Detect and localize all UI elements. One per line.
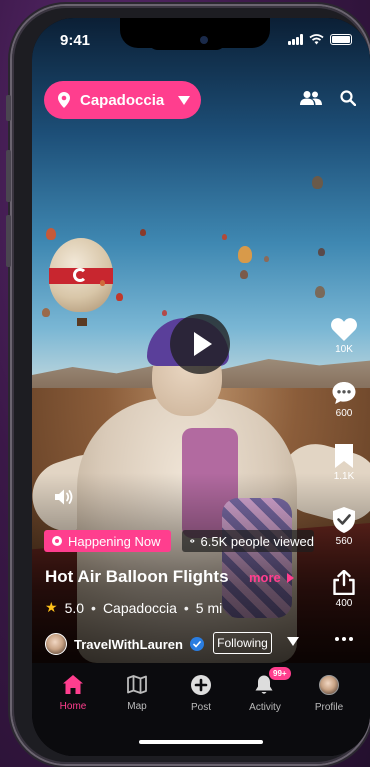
phone-volume-down xyxy=(6,215,11,267)
app-screen: 9:41 Capadoccia 10K 600 1.1K 560 400 Hap… xyxy=(32,18,370,756)
share-button[interactable]: 400 xyxy=(333,570,355,633)
star-icon: ★ xyxy=(45,599,58,615)
save-button[interactable]: 1.1K xyxy=(333,444,355,507)
phone-mute-switch xyxy=(6,95,11,121)
status-time: 9:41 xyxy=(60,32,91,49)
separator: • xyxy=(91,599,96,616)
speaker-icon[interactable] xyxy=(54,488,74,506)
creator-name: TravelWithLauren xyxy=(74,636,183,652)
balloon-dot xyxy=(116,293,123,301)
balloon-dot xyxy=(318,248,325,256)
tab-map-label: Map xyxy=(127,701,147,712)
views-label: 6.5K people viewed xyxy=(200,533,314,549)
home-indicator xyxy=(139,740,263,744)
more-label: more xyxy=(249,570,281,585)
home-icon xyxy=(63,675,83,694)
location-selector[interactable]: Capadoccia xyxy=(44,81,201,119)
balloon-dot xyxy=(240,270,248,279)
balloon-dot xyxy=(312,176,323,189)
balloon-basket xyxy=(77,318,87,326)
balloon-dot xyxy=(162,310,167,316)
turkish-balloon xyxy=(49,238,113,312)
creator-avatar xyxy=(45,633,67,655)
tab-profile[interactable]: Profile xyxy=(298,675,360,713)
tab-map[interactable]: Map xyxy=(106,675,168,713)
profile-avatar xyxy=(319,675,339,695)
wifi-icon xyxy=(309,34,324,45)
live-badge: Happening Now xyxy=(44,530,171,552)
map-icon xyxy=(127,675,147,694)
live-badge-label: Happening Now xyxy=(68,533,161,549)
people-icon[interactable] xyxy=(300,90,322,106)
eye-icon xyxy=(190,539,195,543)
tab-post-label: Post xyxy=(190,702,211,713)
play-button[interactable] xyxy=(170,314,230,374)
tab-home[interactable]: Home xyxy=(42,675,104,713)
verified-icon xyxy=(189,637,204,651)
location-label: Capadoccia xyxy=(80,91,165,109)
balloon-dot xyxy=(222,234,227,240)
following-button[interactable]: Following xyxy=(213,632,272,654)
tab-activity[interactable]: 99+ Activity xyxy=(234,667,296,713)
comment-count: 600 xyxy=(335,408,353,419)
live-dot-icon xyxy=(52,536,62,546)
battery-icon xyxy=(330,34,352,45)
plus-circle-icon xyxy=(191,675,211,695)
balloon-dot xyxy=(140,229,146,236)
event-title: Hot Air Balloon Flights xyxy=(45,567,229,586)
tab-profile-label: Profile xyxy=(314,702,344,713)
tab-home-label: Home xyxy=(59,701,87,712)
top-actions xyxy=(300,90,356,106)
shield-check-icon xyxy=(333,507,355,533)
caret-down-icon xyxy=(178,95,191,105)
comment-icon xyxy=(332,382,356,404)
action-rail: 10K 600 1.1K 560 400 xyxy=(326,318,362,641)
place-label: Capadoccia xyxy=(102,599,177,616)
heart-icon xyxy=(331,318,357,341)
creator-info[interactable]: TravelWithLauren xyxy=(45,633,204,655)
status-icons xyxy=(288,34,352,45)
balloon-dot xyxy=(46,228,56,240)
balloon-dot xyxy=(42,308,50,317)
balloon-dot xyxy=(100,280,105,286)
tab-bar: Home Map Post 99+ Activity Profile xyxy=(32,663,370,756)
chevron-down-icon[interactable] xyxy=(287,637,299,646)
signal-icon xyxy=(288,34,303,45)
comment-button[interactable]: 600 xyxy=(332,381,356,444)
status-bar: 9:41 xyxy=(32,18,370,62)
notification-badge: 99+ xyxy=(269,667,291,680)
phone-volume-up xyxy=(6,150,11,202)
rating-value: 5.0 xyxy=(64,599,85,616)
balloon-dot xyxy=(264,256,269,262)
distance-label: 5 mi xyxy=(195,599,223,616)
tab-activity-label: Activity xyxy=(249,702,281,713)
dynamic-island xyxy=(148,30,226,50)
checkin-count: 560 xyxy=(335,536,353,547)
event-meta: ★ 5.0 • Capadoccia • 5 mi xyxy=(45,599,222,616)
balloon-dot xyxy=(238,246,252,263)
balloon-dot xyxy=(315,286,325,298)
share-count: 400 xyxy=(335,598,353,609)
separator: • xyxy=(183,599,189,616)
more-link[interactable]: more xyxy=(249,570,294,585)
search-icon[interactable] xyxy=(340,90,356,106)
share-icon xyxy=(333,570,355,595)
location-pin-icon xyxy=(58,92,70,108)
checkin-button[interactable]: 560 xyxy=(333,507,355,570)
play-triangle-icon xyxy=(286,572,294,583)
save-count: 1.1K xyxy=(333,471,355,482)
like-count: 10K xyxy=(335,344,353,355)
tab-post[interactable]: Post xyxy=(170,675,232,713)
like-button[interactable]: 10K xyxy=(331,318,357,381)
more-options-icon[interactable] xyxy=(335,637,353,641)
bookmark-icon xyxy=(334,444,353,468)
views-badge: 6.5K people viewed xyxy=(182,530,314,552)
